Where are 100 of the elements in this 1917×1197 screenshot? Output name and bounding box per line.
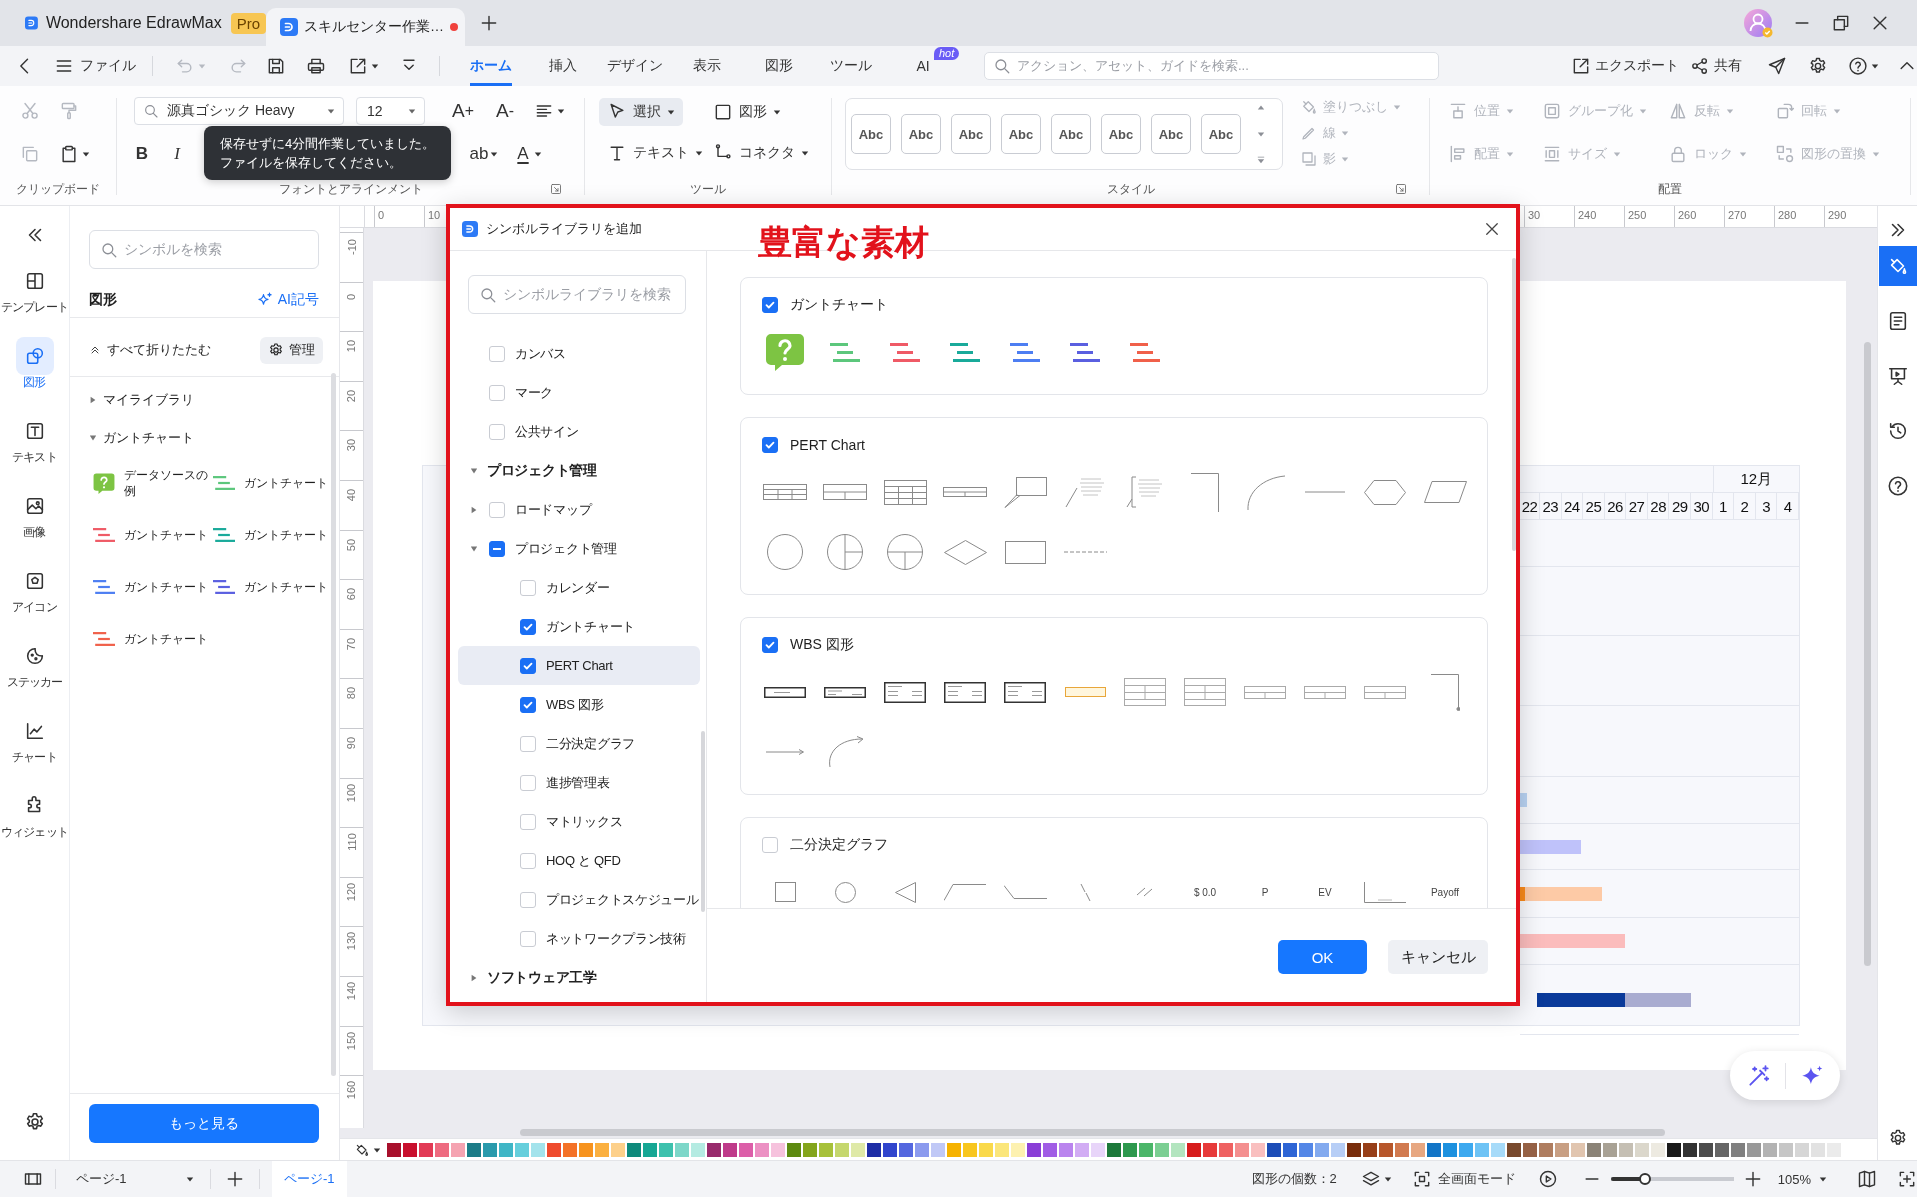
shape-item[interactable]: ガントチャート [213, 457, 333, 509]
shape-item[interactable]: ガントチャート [213, 561, 333, 613]
font-field[interactable]: 源真ゴシック Heavy [134, 97, 344, 125]
shape-item[interactable]: ガントチャート [213, 509, 333, 561]
checkbox[interactable] [762, 837, 778, 853]
color-swatch-icon[interactable] [595, 1142, 609, 1157]
list-item[interactable]: マトリックス [458, 802, 700, 841]
sidebar-item[interactable]: 画像 [0, 487, 69, 562]
color-swatch-icon[interactable] [883, 1142, 897, 1157]
color-swatch-icon[interactable] [963, 1142, 977, 1157]
checkbox[interactable] [762, 637, 778, 653]
menu-tab[interactable]: 図形 [765, 46, 793, 86]
sidebar-item[interactable]: 図形 [0, 337, 69, 412]
sidebar-item[interactable]: アイコン [0, 562, 69, 637]
color-swatch-icon[interactable] [1043, 1142, 1057, 1157]
scrollbar[interactable] [1512, 258, 1516, 551]
color-swatch-icon[interactable] [1123, 1142, 1137, 1157]
list-item[interactable]: ガントチャート [458, 607, 700, 646]
checkbox[interactable] [520, 579, 536, 596]
page-dropdown[interactable]: ページ-1 [68, 1170, 198, 1188]
list-item[interactable]: HOQ と QFD [458, 841, 700, 880]
color-swatch-icon[interactable] [947, 1142, 961, 1157]
format-button[interactable]: I [166, 141, 188, 167]
print-icon[interactable] [306, 56, 326, 76]
plus-icon[interactable] [479, 13, 499, 33]
color-swatch-icon[interactable] [1139, 1142, 1153, 1157]
caret-icon[interactable] [534, 150, 542, 158]
tool-button[interactable]: 図形 [705, 98, 789, 126]
ok-button[interactable]: OK [1278, 940, 1367, 974]
color-swatch-icon[interactable] [691, 1142, 705, 1157]
checkbox[interactable] [520, 774, 536, 791]
play-icon[interactable] [1537, 1169, 1558, 1189]
color-swatch-icon[interactable] [1635, 1142, 1649, 1157]
color-swatch-icon[interactable] [1715, 1142, 1729, 1157]
list-item[interactable]: プロジェクト管理 [458, 529, 700, 568]
list-item[interactable]: ロードマップ [458, 490, 700, 529]
color-swatch-icon[interactable] [1251, 1142, 1265, 1157]
checkbox[interactable] [762, 437, 778, 453]
list-item[interactable]: ネットワークプラン技術 [458, 919, 700, 958]
ai-symbol-link[interactable]: AI記号 [255, 291, 319, 309]
color-swatch-icon[interactable] [1523, 1142, 1537, 1157]
checkbox[interactable] [520, 657, 536, 674]
shape-item[interactable]: ガントチャート [93, 509, 213, 561]
format-button[interactable]: B [131, 141, 153, 167]
color-swatch-icon[interactable] [1731, 1142, 1745, 1157]
list-item[interactable]: プロジェクト管理 [458, 451, 700, 490]
color-swatch-icon[interactable] [851, 1142, 865, 1157]
color-swatch-icon[interactable] [643, 1142, 657, 1157]
caret-icon[interactable] [371, 62, 379, 70]
checkbox[interactable] [489, 501, 505, 518]
color-swatch-icon[interactable] [1507, 1142, 1521, 1157]
color-swatch-icon[interactable] [707, 1142, 721, 1157]
send-icon[interactable] [1767, 56, 1787, 76]
color-swatch-icon[interactable] [1283, 1142, 1297, 1157]
color-swatch-icon[interactable] [1571, 1142, 1585, 1157]
color-swatch-icon[interactable] [451, 1142, 465, 1157]
style-preset[interactable]: Abc [1201, 114, 1241, 154]
menu-tab[interactable]: ツール [830, 46, 872, 86]
format-button[interactable]: ab [468, 141, 490, 167]
checkbox[interactable] [489, 423, 505, 440]
tool-button[interactable]: 選択 [599, 98, 683, 126]
checkbox[interactable] [520, 618, 536, 635]
avatar-icon[interactable] [1743, 8, 1773, 38]
list-item[interactable]: WBS 図形 [458, 685, 700, 724]
scrollbar[interactable] [520, 1129, 1665, 1136]
color-swatch-icon[interactable] [419, 1142, 433, 1157]
checkbox[interactable] [489, 540, 505, 557]
sidebar-item[interactable]: ウィジェット [0, 787, 69, 862]
page-tab[interactable]: ページ-1 [272, 1161, 347, 1197]
caret-up-icon[interactable] [1257, 104, 1265, 112]
color-swatch-icon[interactable] [803, 1142, 817, 1157]
color-swatch-icon[interactable] [1267, 1142, 1281, 1157]
color-swatch-icon[interactable] [1059, 1142, 1073, 1157]
color-swatch-icon[interactable] [1667, 1142, 1681, 1157]
list-item[interactable]: プロジェクトスケジュール [458, 880, 700, 919]
caret-icon[interactable] [490, 150, 498, 158]
color-swatch-icon[interactable] [659, 1142, 673, 1157]
category-item[interactable]: マイライブラリ [70, 381, 194, 419]
sidebar-item[interactable]: テンプレート [0, 262, 69, 337]
color-swatch-icon[interactable] [403, 1142, 417, 1157]
color-swatch-icon[interactable] [1651, 1142, 1665, 1157]
color-swatch-icon[interactable] [1411, 1142, 1425, 1157]
category-item[interactable]: ガントチャート [70, 419, 194, 457]
export-icon[interactable] [348, 56, 368, 76]
collapse-all-button[interactable]: すべて折りたたむ [89, 341, 211, 359]
color-swatch-icon[interactable] [1539, 1142, 1553, 1157]
style-preset[interactable]: Abc [951, 114, 991, 154]
color-swatch-icon[interactable] [483, 1142, 497, 1157]
caret-icon[interactable] [373, 1145, 381, 1154]
color-swatch-icon[interactable] [771, 1142, 785, 1157]
color-swatch-icon[interactable] [1395, 1142, 1409, 1157]
checkbox[interactable] [520, 852, 536, 869]
caret-icon[interactable] [1871, 62, 1879, 70]
color-swatch-icon[interactable] [1363, 1142, 1377, 1157]
color-swatch-icon[interactable] [499, 1142, 513, 1157]
document-tab[interactable]: スキルセンター作業… [266, 8, 465, 46]
caret-icon[interactable] [1383, 1175, 1392, 1183]
color-swatch-icon[interactable] [467, 1142, 481, 1157]
color-swatch-icon[interactable] [1075, 1142, 1089, 1157]
color-swatch-icon[interactable] [1235, 1142, 1249, 1157]
